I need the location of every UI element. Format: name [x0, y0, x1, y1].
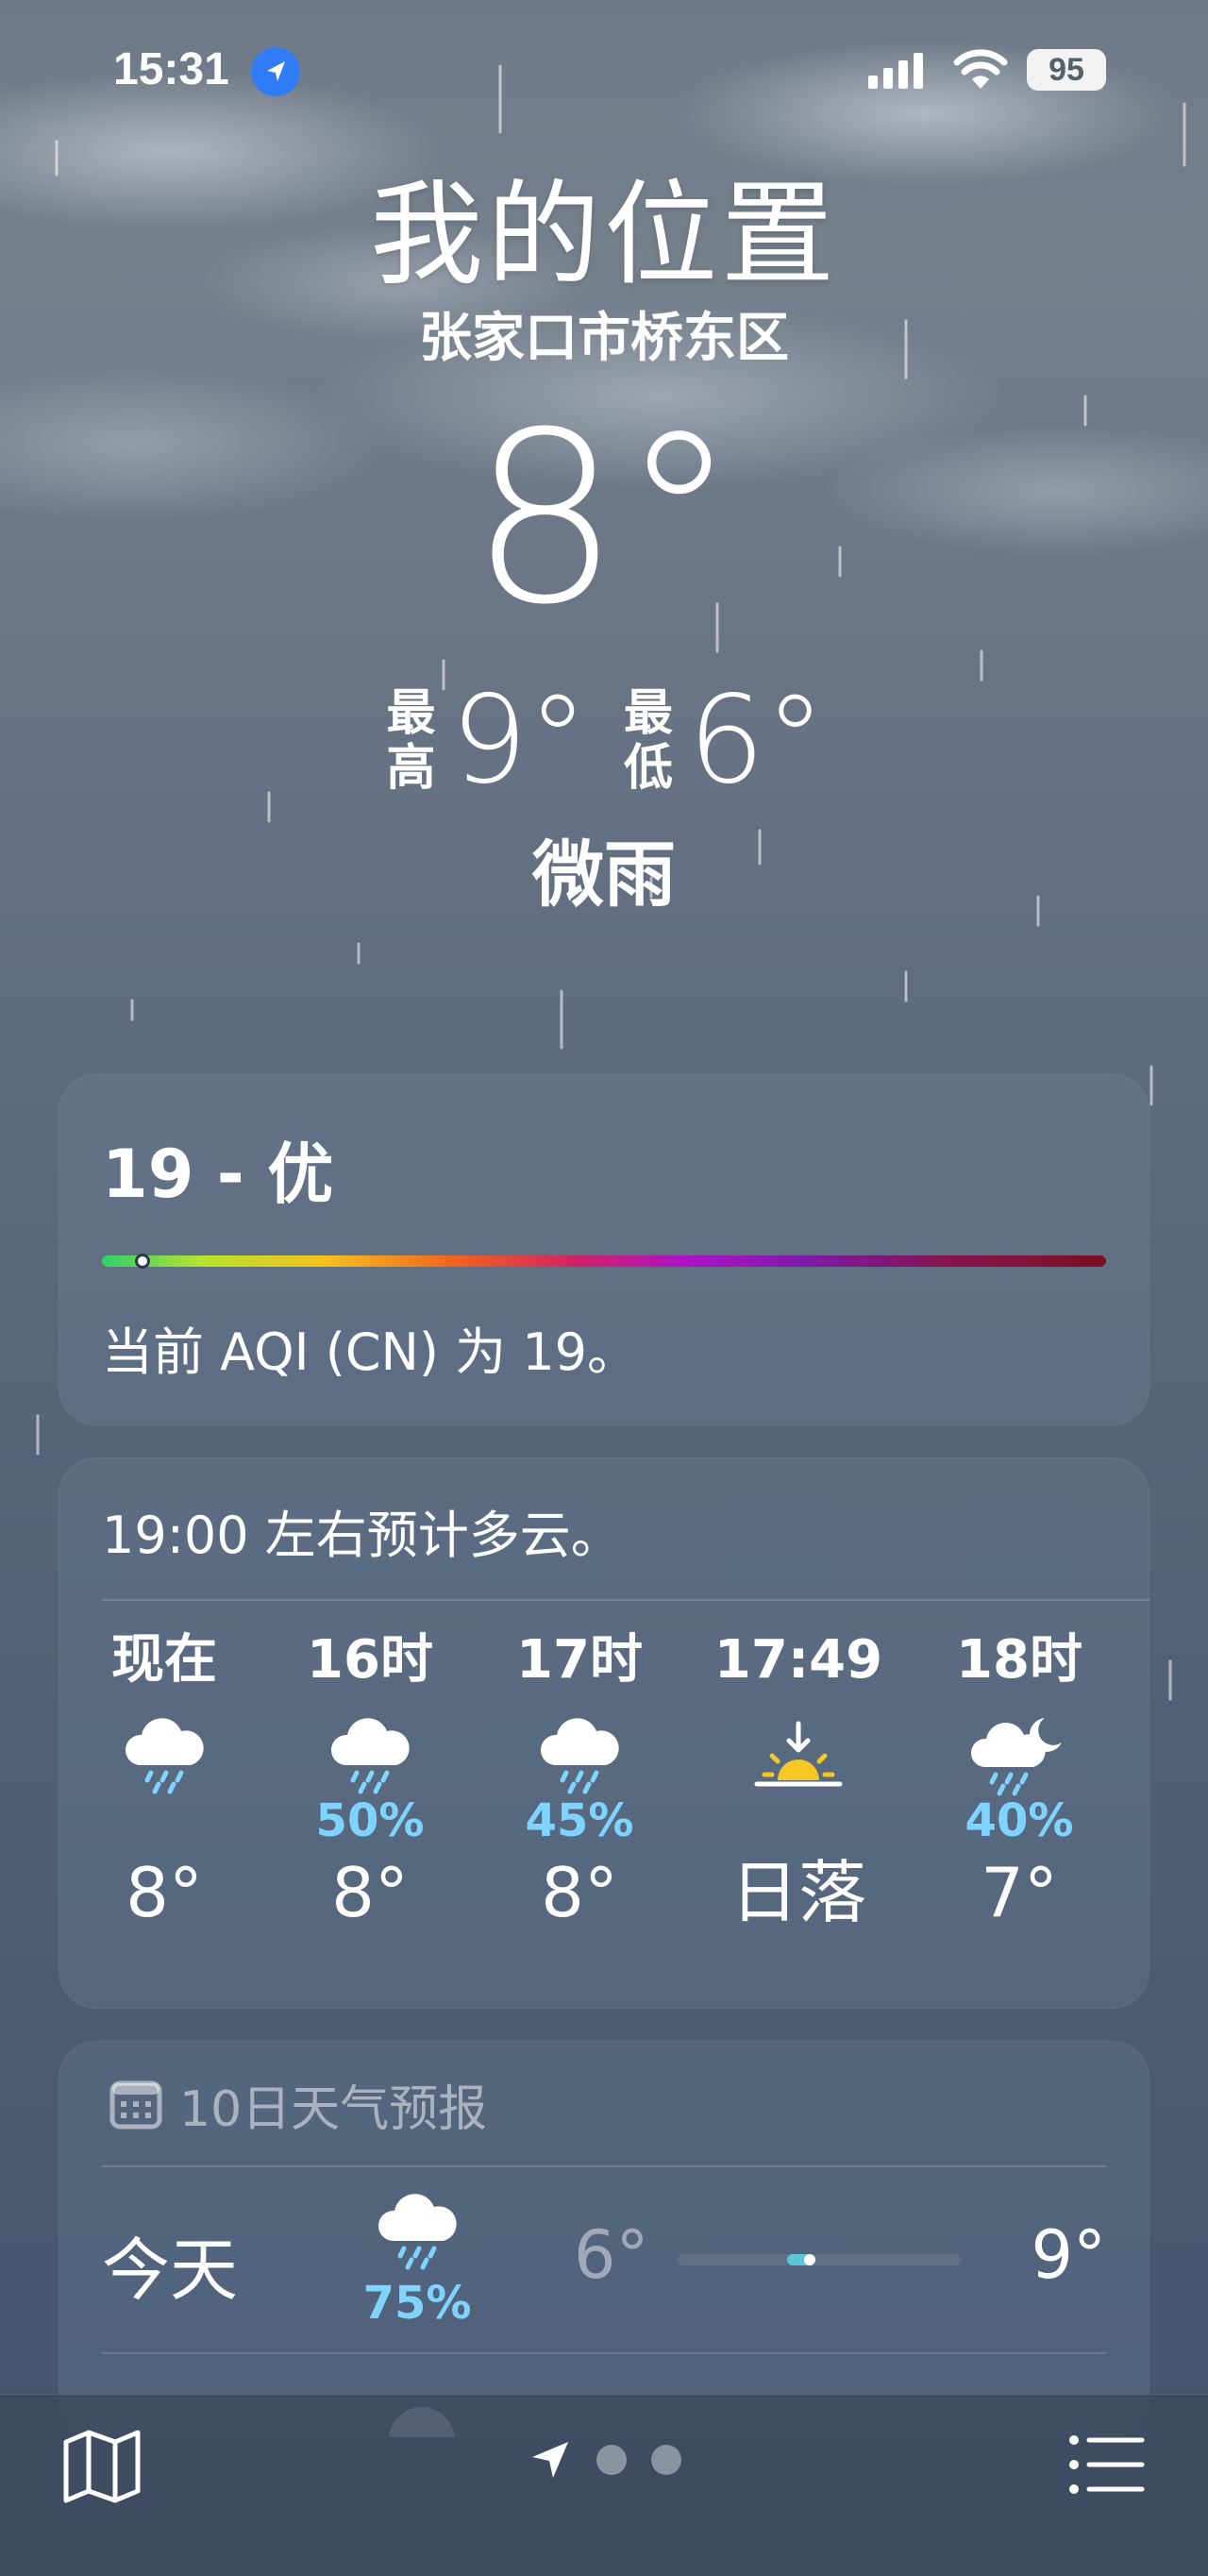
location-title: 我的位置	[370, 170, 838, 301]
calendar-icon	[109, 2080, 162, 2129]
hourly-summary: 19:00 左右预计多云。	[102, 1506, 622, 1565]
day-precipitation: 75%	[362, 2277, 472, 2330]
hour-precipitation: 40%	[965, 1794, 1074, 1847]
hourly-list[interactable]: 现在 8° 16时 50% 8° 17时 45% 8° 17:49 日落 18时…	[59, 1627, 1149, 1986]
list-icon[interactable]	[1068, 2433, 1146, 2497]
hour-temperature: 8°	[541, 1853, 618, 1932]
weather-condition: 微雨	[532, 833, 676, 917]
current-temperature: 8°	[469, 381, 739, 656]
hour-time: 16时	[307, 1629, 433, 1691]
high-label: 最高	[386, 685, 436, 797]
hour-item: 现在 8°	[70, 1627, 259, 1935]
day-high-temp: 9°	[1031, 2216, 1106, 2294]
air-quality-card[interactable]: 19 - 优 当前 AQI (CN) 为 19。	[59, 1074, 1149, 1425]
location-header: 我的位置 张家口市桥东区	[0, 170, 1208, 372]
location-subtitle: 张家口市桥东区	[419, 308, 789, 369]
status-time: 15:31	[113, 44, 229, 94]
aqi-description: 当前 AQI (CN) 为 19。	[102, 1322, 639, 1382]
high-temp-group: 最高 9°	[383, 680, 588, 802]
hour-item: 16时 50% 8°	[276, 1627, 464, 1935]
ten-day-forecast-card[interactable]: 10日天气预报 今天 75% 6° 9°	[59, 2041, 1149, 2437]
daily-row-today[interactable]: 今天 75% 6° 9°	[59, 2164, 1149, 2352]
high-low-temperatures: 最高 9° 最低 6°	[0, 680, 1208, 802]
low-value: 6°	[688, 670, 826, 811]
cloud-rain-icon	[342, 2188, 493, 2277]
moon-cloud-rain-icon	[925, 1712, 1114, 1797]
hour-time: 17时	[516, 1629, 643, 1691]
hour-precipitation	[70, 1797, 259, 1844]
battery-icon: 95	[1027, 49, 1106, 91]
cellular-signal-icon	[868, 53, 923, 89]
hour-temperature: 8°	[126, 1853, 203, 1932]
daily-divider	[102, 2352, 1106, 2354]
aqi-indicator-dot	[134, 1254, 150, 1269]
hourly-divider	[102, 1599, 1149, 1601]
day-label: 今天	[102, 2231, 239, 2310]
hour-temperature: 7°	[981, 1853, 1058, 1932]
hour-item: 17时 45% 8°	[485, 1627, 674, 1935]
hour-temperature: 8°	[331, 1853, 409, 1932]
location-arrow-icon	[532, 2442, 568, 2478]
status-bar: 15:31 95	[0, 0, 1208, 142]
wifi-icon	[953, 49, 1008, 89]
hour-time: 现在	[111, 1629, 217, 1691]
ten-day-header: 10日天气预报	[109, 2069, 487, 2140]
hour-item: 18时 40% 7°	[925, 1627, 1114, 1935]
page-dot[interactable]	[651, 2445, 681, 2475]
hour-time: 17:49	[713, 1629, 883, 1691]
cloud-rain-icon	[70, 1712, 259, 1797]
bottom-toolbar	[0, 2394, 1208, 2576]
aqi-scale-bar	[102, 1255, 1106, 1267]
hour-item: 17:49 日落	[704, 1627, 893, 1935]
page-indicator[interactable]	[528, 2438, 681, 2482]
sunset-icon	[704, 1712, 893, 1797]
aqi-value: 19 - 优	[102, 1136, 334, 1213]
hour-time: 18时	[956, 1629, 1082, 1691]
hour-precipitation: 50%	[315, 1794, 425, 1847]
high-value: 9°	[450, 670, 588, 811]
page-dot[interactable]	[596, 2445, 627, 2475]
location-arrow-icon	[251, 47, 300, 96]
day-low-temp: 6°	[574, 2216, 649, 2294]
current-temp-dot	[804, 2254, 815, 2265]
ten-day-title: 10日天气预报	[179, 2081, 488, 2138]
hour-precipitation: 45%	[525, 1794, 634, 1847]
hour-precipitation	[704, 1797, 893, 1844]
hour-temperature: 日落	[730, 1853, 866, 1932]
hourly-forecast-card[interactable]: 19:00 左右预计多云。 现在 8° 16时 50% 8° 17时 45% 8…	[59, 1457, 1149, 2009]
cloud-rain-icon	[485, 1712, 674, 1797]
map-icon[interactable]	[62, 2429, 142, 2504]
cloud-rain-icon	[276, 1712, 464, 1797]
day-temperature-range-bar	[678, 2254, 961, 2265]
low-label: 最低	[623, 685, 673, 797]
low-temp-group: 最低 6°	[620, 680, 825, 802]
